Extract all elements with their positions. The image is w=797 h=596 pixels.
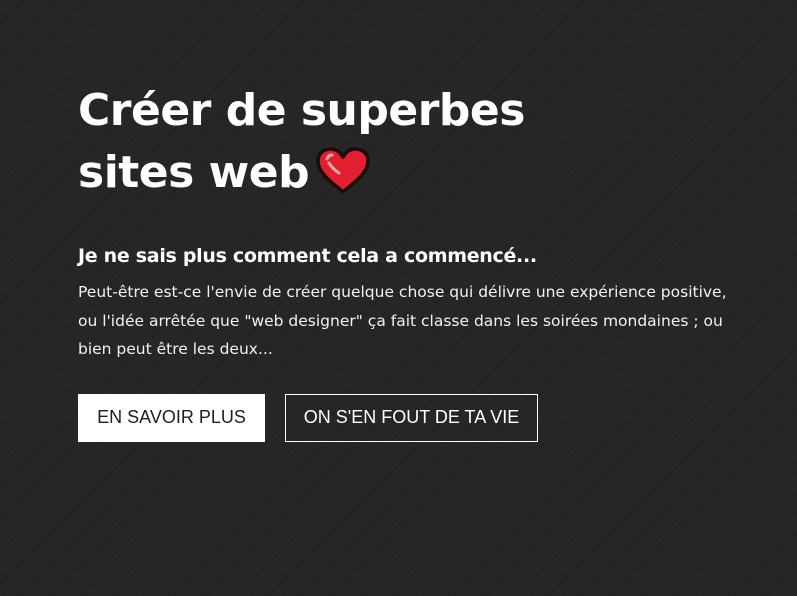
hero-subtitle: Je ne sais plus comment cela a commencé.…	[78, 245, 537, 267]
hero-title-text: Créer de superbes sites web	[78, 85, 525, 198]
learn-more-button[interactable]: EN SAVOIR PLUS	[78, 393, 265, 442]
hero-actions: EN SAVOIR PLUS ON S'EN FOUT DE TA VIE	[78, 393, 738, 442]
heart-icon	[316, 147, 370, 194]
hero-description: Peut-être est-ce l'envie de créer quelqu…	[78, 283, 727, 358]
dismiss-button[interactable]: ON S'EN FOUT DE TA VIE	[285, 393, 538, 442]
hero-section: Créer de superbes sites web Je ne sais p…	[78, 80, 738, 442]
hero-title: Créer de superbes sites web	[78, 80, 638, 204]
